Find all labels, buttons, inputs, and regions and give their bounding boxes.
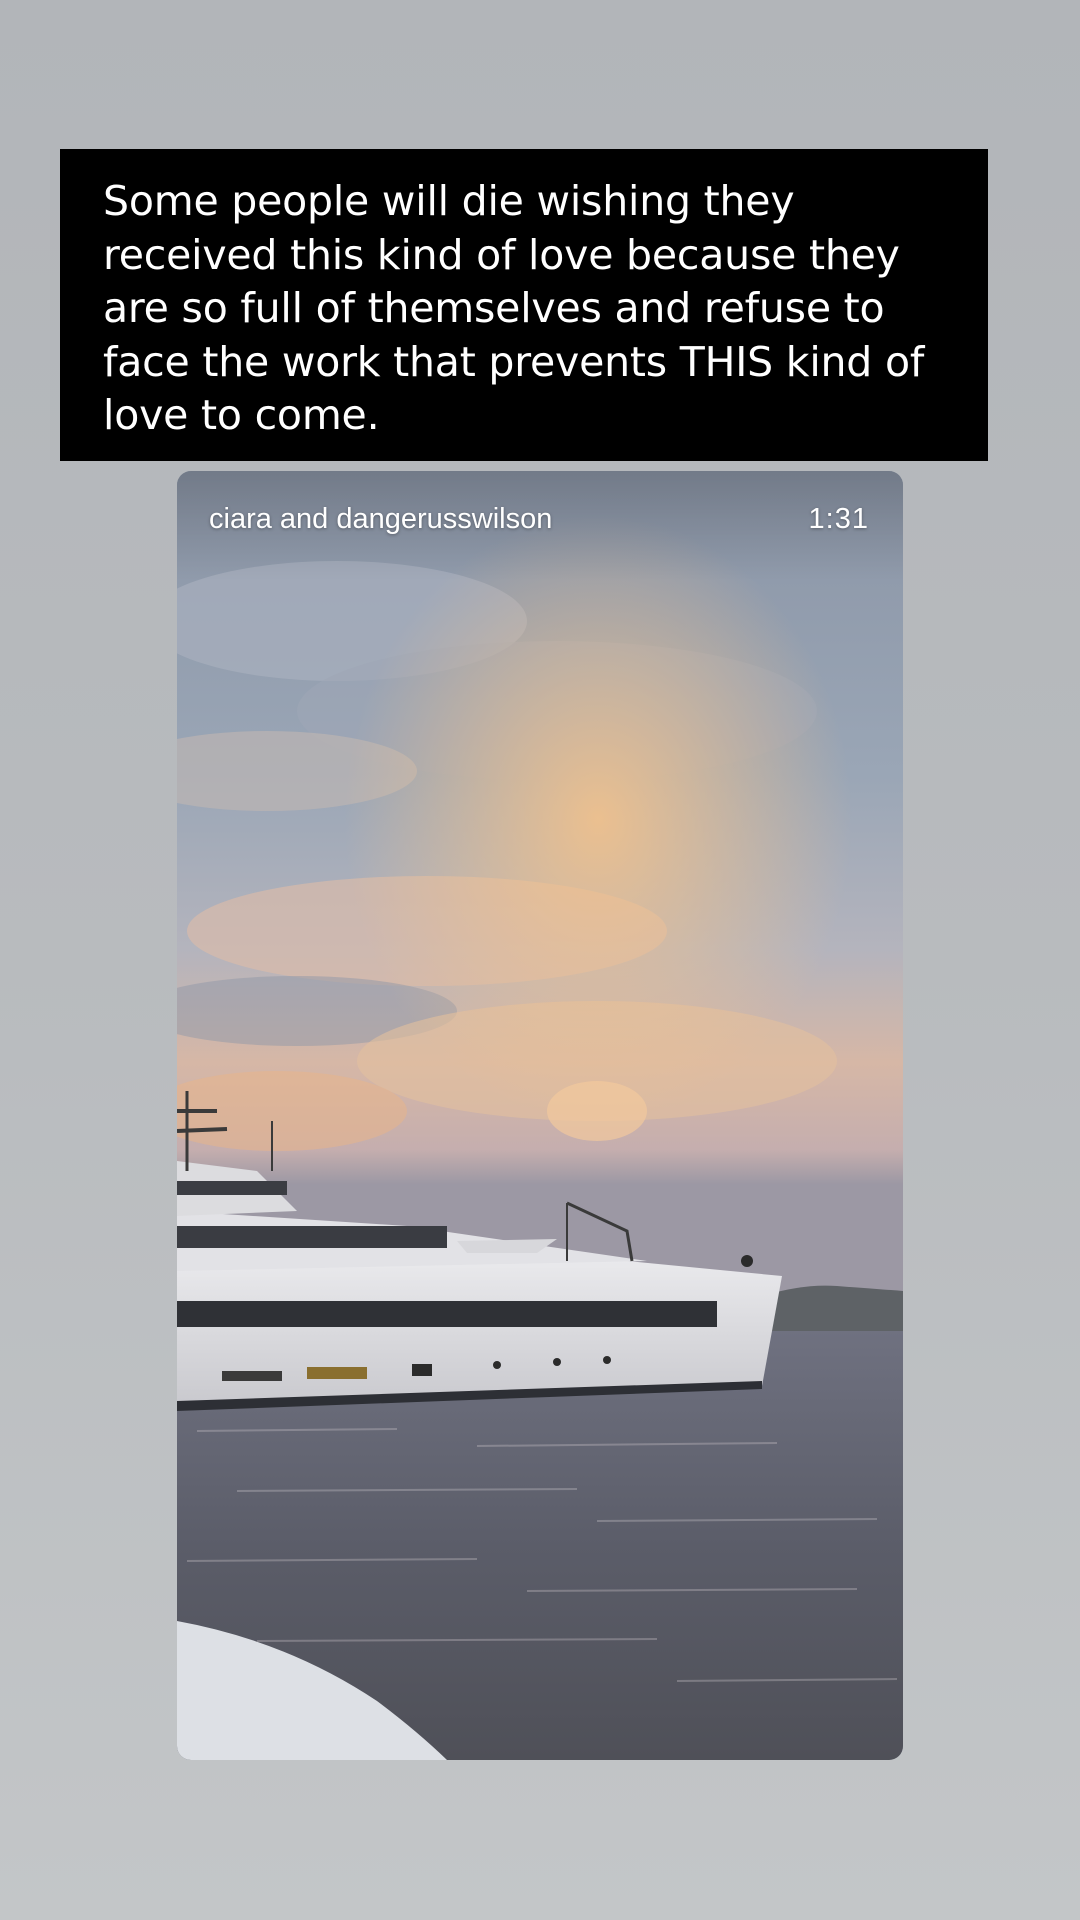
video-duration-label: 1:31 bbox=[808, 503, 869, 535]
shared-video-card[interactable]: ciara and dangerusswilson 1:31 bbox=[177, 471, 903, 1760]
video-thumbnail bbox=[177, 471, 903, 1760]
video-author-label[interactable]: ciara and dangerusswilson bbox=[209, 503, 552, 536]
caption-text: Some people will die wishing they receiv… bbox=[103, 177, 925, 439]
story-caption-box: Some people will die wishing they receiv… bbox=[60, 149, 988, 461]
